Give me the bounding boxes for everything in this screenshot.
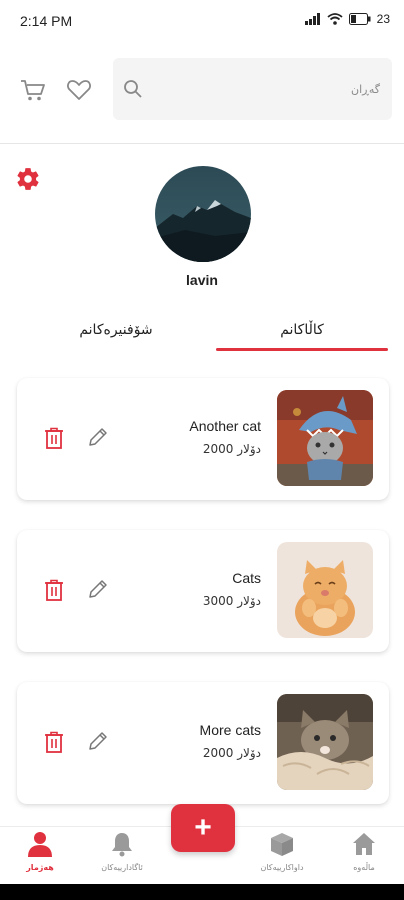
product-card[interactable]: Cats 3000 دۆلار (17, 530, 389, 652)
settings-icon[interactable] (15, 166, 41, 192)
plus-icon: + (194, 811, 212, 844)
top-header (0, 44, 404, 144)
person-icon (28, 832, 52, 857)
product-image (277, 390, 373, 486)
product-photo-kitten-blanket (277, 694, 373, 790)
product-title: Another cat (189, 418, 261, 434)
tab-active-indicator (216, 348, 388, 351)
cart-icon[interactable] (20, 78, 46, 102)
battery-icon (348, 13, 371, 25)
product-image (277, 542, 373, 638)
product-card[interactable]: Another cat 2000 دۆلار (17, 378, 389, 500)
nav-label: ماڵەوە (353, 863, 375, 872)
product-image (277, 694, 373, 790)
trash-icon[interactable] (43, 730, 65, 754)
product-price: 2000 دۆلار (202, 746, 261, 760)
product-photo-cat-costume (277, 390, 373, 486)
product-photo-orange-kitten (277, 542, 373, 638)
search-icon (124, 80, 142, 98)
product-title: More cats (199, 722, 261, 738)
product-price: 2000 دۆلار (202, 442, 261, 456)
nav-item-notifications[interactable]: ئاگادارییەکان (82, 827, 162, 885)
nav-item-home[interactable]: ماڵەوە (324, 827, 404, 885)
nav-label: داواکارییەکان (260, 863, 304, 872)
nav-label: هەژمار (26, 863, 54, 872)
wifi-icon (327, 13, 343, 25)
battery-level: 23 (376, 12, 390, 26)
box-icon (271, 833, 293, 856)
avatar-image (155, 166, 251, 262)
system-navigation-bar (0, 884, 404, 900)
edit-icon[interactable] (87, 730, 109, 752)
search-input[interactable] (180, 78, 380, 100)
product-card[interactable]: More cats 2000 دۆلار (17, 682, 389, 804)
trash-icon[interactable] (43, 578, 65, 602)
status-indicators: 23 (304, 12, 390, 26)
trash-icon[interactable] (43, 426, 65, 450)
home-icon (353, 833, 375, 855)
add-product-button[interactable]: + (171, 804, 235, 852)
signal-icon (304, 13, 320, 25)
tab-my-products[interactable]: کاڵاکانم (216, 310, 388, 350)
avatar[interactable] (155, 166, 251, 262)
status-time: 2:14 PM (20, 13, 73, 29)
edit-icon[interactable] (87, 426, 109, 448)
heart-icon[interactable] (66, 78, 92, 102)
product-title: Cats (232, 570, 261, 586)
edit-icon[interactable] (87, 578, 109, 600)
username: lavin (186, 272, 218, 288)
search-bar[interactable] (113, 58, 392, 120)
app-screen: 2:14 PM 23 گەڕان lavin کاڵاکانم شۆفنیرەک… (0, 0, 404, 900)
product-price: 3000 دۆلار (202, 594, 261, 608)
bell-icon (112, 833, 132, 857)
tab-my-purchases[interactable]: شۆفنیرەکانم (30, 310, 202, 350)
nav-item-profile[interactable]: هەژمار (0, 827, 80, 885)
status-bar: 2:14 PM 23 (0, 0, 404, 44)
nav-label: ئاگادارییەکان (101, 863, 143, 872)
nav-item-orders[interactable]: داواکارییەکان (242, 827, 322, 885)
profile-tabs: کاڵاکانم شۆفنیرەکانم (0, 310, 404, 352)
